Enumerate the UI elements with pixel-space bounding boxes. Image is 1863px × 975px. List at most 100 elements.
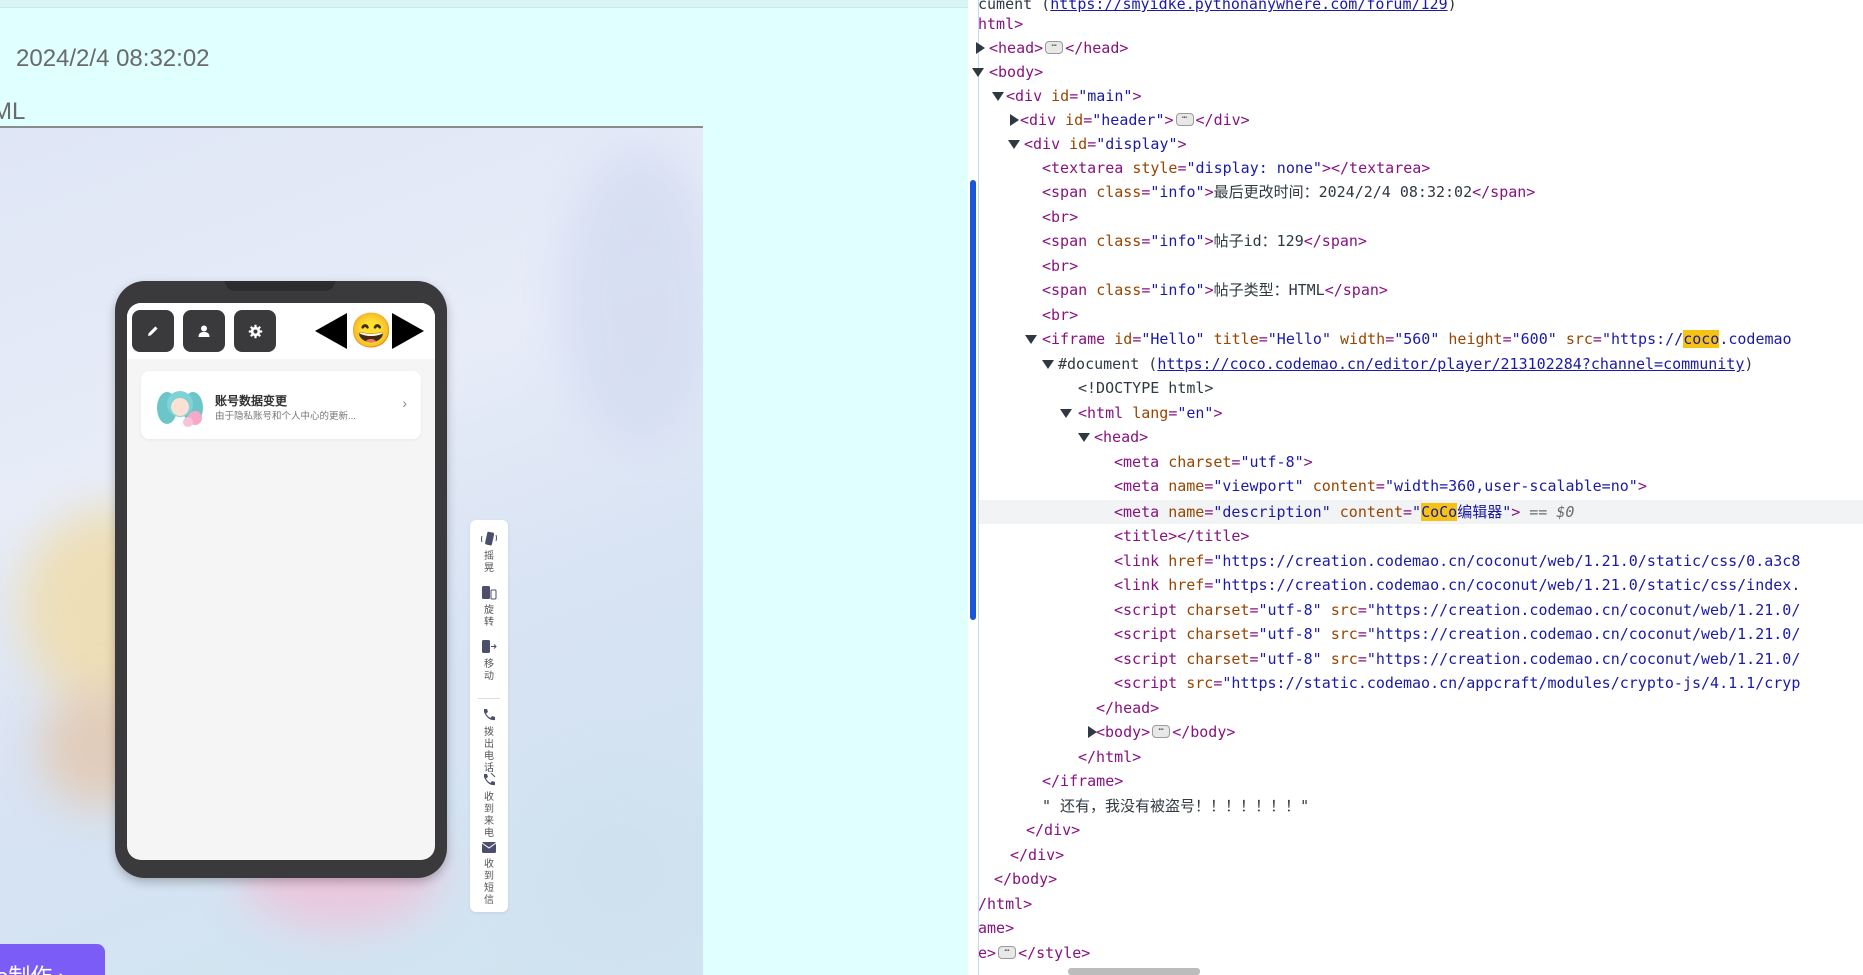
node-tag: > (1213, 404, 1223, 422)
attr-name: src (1330, 650, 1358, 668)
dom-node-selected[interactable]: <meta name="description" content="CoCo编辑… (1114, 500, 1574, 524)
dom-node[interactable]: <br> (1042, 303, 1078, 327)
sim-rotate-button[interactable]: 旋转 (470, 584, 508, 629)
dom-node[interactable]: </html> (1078, 745, 1141, 769)
caret-right-icon[interactable] (1088, 726, 1097, 738)
ellipsis-icon[interactable]: ⋯ (998, 946, 1017, 959)
dom-node[interactable]: ame> (978, 916, 1014, 940)
attr-value: "en" (1177, 404, 1214, 422)
header-strip (0, 0, 968, 8)
scrollbar[interactable] (970, 180, 976, 620)
dom-node[interactable]: <body> (972, 60, 1043, 84)
dom-node[interactable]: <head> ⋯ </head> (976, 36, 1128, 60)
dom-node[interactable]: <span class="info">帖子id：129</span> (1042, 229, 1367, 253)
dom-node[interactable]: <div id="header"> ⋯ </div> (1010, 108, 1250, 132)
attr-name: height (1448, 330, 1503, 348)
dom-node[interactable]: <head> (1078, 425, 1148, 449)
dom-node[interactable]: <div id="main"> (992, 84, 1141, 108)
node-tag: > (1637, 477, 1647, 495)
horizontal-scrollbar[interactable] (1068, 968, 1200, 975)
attr-name: href (1168, 552, 1205, 570)
dom-node[interactable]: #document (https://coco.codemao.cn/edito… (1042, 352, 1753, 376)
attr-name: src (1330, 625, 1358, 643)
prev-button[interactable] (315, 313, 347, 354)
settings-button[interactable] (234, 310, 276, 352)
caret-down-icon[interactable] (992, 92, 1004, 101)
document-link[interactable]: https://coco.codemao.cn/editor/player/21… (1157, 355, 1744, 373)
ellipsis-icon[interactable]: ⋯ (1152, 725, 1171, 738)
attr-name: charset (1186, 601, 1250, 619)
dom-node[interactable]: <meta name="viewport" content="width=360… (1114, 474, 1647, 498)
attr-name: class (1096, 232, 1142, 250)
dom-node[interactable]: <script charset="utf-8" src="https://cre… (1114, 598, 1800, 622)
ellipsis-icon[interactable]: ⋯ (1175, 113, 1194, 126)
ellipsis-icon[interactable]: ⋯ (1045, 41, 1064, 54)
caret-down-icon[interactable] (1008, 140, 1020, 149)
dom-node[interactable]: <html lang="en"> (1060, 401, 1223, 425)
caret-down-icon[interactable] (1078, 433, 1090, 442)
dom-node[interactable]: <body> ⋯ </body> (1088, 720, 1235, 744)
caret-down-icon[interactable] (1060, 409, 1072, 418)
dom-node[interactable]: e> ⋯ </style> (978, 941, 1090, 965)
dom-node[interactable]: html> (978, 12, 1023, 36)
dom-node[interactable]: <meta charset="utf-8"> (1114, 450, 1313, 474)
dom-node[interactable]: <textarea style="display: none"></textar… (1042, 156, 1430, 180)
attr-name: content (1339, 503, 1403, 521)
caret-down-icon[interactable] (1025, 335, 1037, 344)
attr-value: "info" (1150, 232, 1205, 250)
dom-node[interactable]: </div> (1026, 818, 1080, 842)
dom-node[interactable]: <link href="https://creation.codemao.cn/… (1114, 549, 1800, 573)
dom-node[interactable]: <span class="info">帖子类型：HTML</span> (1042, 278, 1388, 302)
caret-down-icon[interactable] (1042, 360, 1054, 369)
dom-node[interactable]: </head> (1096, 696, 1159, 720)
dom-node[interactable]: <title></title> (1114, 524, 1249, 548)
node-tag: <script (1114, 650, 1187, 668)
dom-node[interactable]: <iframe id="Hello" title="Hello" width="… (1025, 327, 1792, 351)
coco-made-badge[interactable]: o制作 › (0, 944, 105, 975)
node-tag: <script (1114, 674, 1187, 692)
sim-move-button[interactable]: 移动 (470, 638, 508, 683)
caret-right-icon[interactable] (976, 42, 985, 54)
dom-node[interactable]: <script charset="utf-8" src="https://cre… (1114, 647, 1800, 671)
dom-node[interactable]: /html> (978, 892, 1032, 916)
attr-value: "600" (1511, 330, 1557, 348)
dom-node[interactable]: <script charset="utf-8" src="https://cre… (1114, 622, 1800, 646)
info-post-type: ML (0, 98, 26, 125)
dom-node[interactable]: <div id="display"> (1008, 132, 1187, 156)
sim-shake-button[interactable]: 摇晃 (470, 530, 508, 575)
attr-value: "https://creation.codemao.cn/coconut/web… (1366, 650, 1801, 668)
sim-outgoing-call-button[interactable]: 拨出电话 (470, 706, 508, 775)
dom-node[interactable]: </body> (994, 867, 1057, 891)
next-button[interactable] (392, 313, 424, 354)
attr-value: "https:// (1601, 330, 1684, 348)
caret-down-icon[interactable] (972, 68, 984, 77)
node-text: ) (1744, 355, 1754, 373)
attr-name: src (1565, 330, 1593, 348)
dom-node[interactable]: </div> (1010, 843, 1064, 867)
document-link[interactable]: https://smyidke.pythonanywhere.com/forum… (1050, 0, 1447, 13)
gear-icon (248, 324, 262, 338)
node-tag: > (1303, 453, 1313, 471)
dom-node[interactable]: " 还有，我没有被盗号！！！！！！！" (1042, 794, 1309, 818)
dom-node[interactable]: <!DOCTYPE html> (1078, 376, 1213, 400)
node-tag: <meta (1114, 477, 1169, 495)
dom-node[interactable]: <span class="info">最后更改时间：2024/2/4 08:32… (1042, 180, 1535, 204)
dom-node[interactable]: <br> (1042, 205, 1078, 229)
dom-node[interactable]: <br> (1042, 254, 1078, 278)
user-button[interactable] (183, 310, 225, 352)
attr-name: href (1168, 576, 1205, 594)
attr-value: "main" (1078, 87, 1133, 105)
sim-incoming-call-button[interactable]: 收到来电 (470, 771, 508, 840)
dom-node[interactable]: <link href="https://creation.codemao.cn/… (1114, 573, 1800, 597)
coco-iframe[interactable]: 😄 账号数据变更 由于隐私账号和个人中心的更新... › 摇晃 旋转 移动 拨出… (0, 128, 703, 975)
notice-card[interactable]: 账号数据变更 由于隐私账号和个人中心的更新... › (141, 371, 421, 439)
caret-right-icon[interactable] (1010, 114, 1019, 126)
sim-sms-button[interactable]: 收到短信 (470, 838, 508, 907)
dom-node[interactable]: </iframe> (1042, 769, 1123, 793)
dom-node[interactable]: cument (https://smyidke.pythonanywhere.c… (978, 0, 1457, 16)
node-tag: </span> (1324, 281, 1388, 299)
node-tag: </head> (1096, 699, 1160, 717)
edit-button[interactable] (132, 310, 174, 352)
node-tag: <meta (1114, 503, 1169, 521)
dom-node[interactable]: <script src="https://static.codemao.cn/a… (1114, 671, 1800, 695)
